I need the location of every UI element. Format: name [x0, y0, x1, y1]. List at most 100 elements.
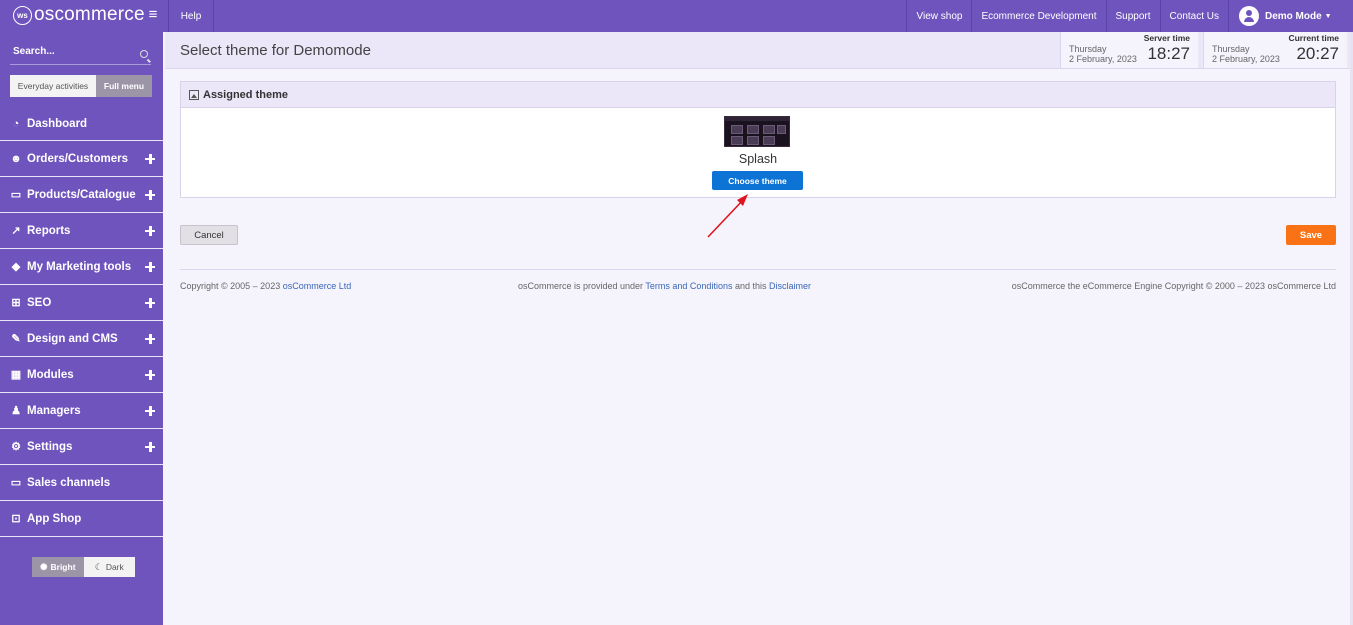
everyday-activities-toggle[interactable]: Everyday activities — [10, 75, 96, 97]
expand-plus-icon[interactable] — [145, 405, 155, 416]
thumb-cell — [763, 136, 775, 145]
expand-plus-icon[interactable] — [145, 225, 155, 236]
user-avatar-icon — [1239, 6, 1259, 26]
server-time-date: 2 February, 2023 — [1069, 54, 1137, 64]
server-time-day: Thursday — [1069, 44, 1107, 54]
choose-theme-button[interactable]: Choose theme — [712, 171, 803, 190]
footer-center-text: and this — [732, 281, 769, 291]
sidebar-item-modules[interactable]: ▦ Modules — [0, 357, 163, 393]
disclaimer-link[interactable]: Disclaimer — [769, 281, 811, 291]
search-label: Search... — [13, 46, 55, 57]
ecommerce-development-link[interactable]: Ecommerce Development — [971, 0, 1105, 32]
footer-left-text: Copyright © 2005 – 2023 — [180, 281, 283, 291]
cart-icon: ⊡ — [11, 512, 21, 525]
support-link[interactable]: Support — [1105, 0, 1160, 32]
puzzle-icon: ▦ — [10, 368, 22, 381]
gears-icon: ⚙ — [11, 440, 21, 453]
current-time-box: Current time Thursday 2 February, 2023 2… — [1203, 32, 1347, 68]
sidebar-item-label: Modules — [27, 368, 74, 381]
menu-mode-toggle: Everyday activities Full menu — [10, 75, 152, 97]
logo[interactable]: ws oscommerce — [0, 0, 163, 32]
sidebar-item-orders-customers[interactable]: ☻ Orders/Customers — [0, 141, 163, 177]
top-bar: ws oscommerce ≡ Help View shop Ecommerce… — [0, 0, 1353, 32]
sidebar-item-label: SEO — [27, 296, 52, 309]
thumb-header-bar — [725, 117, 789, 121]
bright-theme-button[interactable]: ✺ Bright — [32, 557, 84, 577]
dark-theme-button[interactable]: ☾ Dark — [83, 557, 135, 577]
sidebar-item-label: Dashboard — [27, 117, 88, 130]
sidebar-item-settings[interactable]: ⚙ Settings — [0, 429, 163, 465]
current-time-label: Current time — [1288, 33, 1339, 43]
expand-plus-icon[interactable] — [145, 261, 155, 272]
dashboard-icon: ◔ — [12, 117, 20, 130]
moon-icon: ☾ — [94, 561, 103, 572]
sidebar-nav: ◔ Dashboard ☻ Orders/Customers ▭ Product… — [0, 107, 163, 537]
thumb-cell — [763, 125, 775, 134]
sidebar-item-products-catalogue[interactable]: ▭ Products/Catalogue — [0, 177, 163, 213]
annotation-arrow-icon — [707, 194, 748, 238]
hamburger-menu-icon[interactable]: ≡ — [146, 7, 160, 22]
expand-plus-icon[interactable] — [145, 333, 155, 344]
thumb-cell — [731, 136, 743, 145]
logo-mark-icon: ws — [13, 6, 32, 25]
thumb-cell — [747, 125, 759, 134]
sidebar: Search... Everyday activities Full menu … — [0, 32, 163, 625]
sidebar-item-seo[interactable]: ⊞ SEO — [0, 285, 163, 321]
sidebar-item-label: Reports — [27, 224, 71, 237]
sidebar-item-reports[interactable]: ↗ Reports — [0, 213, 163, 249]
sidebar-item-label: App Shop — [27, 512, 82, 525]
sidebar-item-label: Managers — [27, 404, 81, 417]
server-time-box: Server time Thursday 2 February, 2023 18… — [1060, 32, 1198, 68]
contact-us-link[interactable]: Contact Us — [1159, 0, 1228, 32]
footer-center-text: osCommerce is provided under — [518, 281, 646, 291]
monitor-icon: ▭ — [10, 476, 22, 489]
theme-thumbnail — [724, 116, 790, 147]
chart-icon: ↗ — [11, 224, 21, 237]
oscommerce-ltd-link[interactable]: osCommerce Ltd — [283, 281, 352, 291]
sidebar-item-marketing-tools[interactable]: ◆ My Marketing tools — [0, 249, 163, 285]
sidebar-item-label: Design and CMS — [27, 332, 118, 345]
brush-icon: ✎ — [11, 332, 21, 345]
logo-text: oscommerce — [34, 4, 145, 25]
sidebar-item-sales-channels[interactable]: ▭ Sales channels — [0, 465, 163, 501]
footer-terms: osCommerce is provided under Terms and C… — [518, 281, 811, 291]
sidebar-item-managers[interactable]: ♟ Managers — [0, 393, 163, 429]
search-icon[interactable] — [140, 50, 148, 58]
folder-icon: ▭ — [10, 188, 22, 201]
user-menu[interactable]: Demo Mode ▼ — [1228, 0, 1353, 32]
image-icon — [189, 89, 199, 100]
sidebar-item-label: Orders/Customers — [27, 152, 128, 165]
expand-plus-icon[interactable] — [145, 297, 155, 308]
cancel-button[interactable]: Cancel — [180, 225, 238, 245]
sidebar-search[interactable]: Search... — [10, 42, 151, 65]
terms-link[interactable]: Terms and Conditions — [645, 281, 732, 291]
expand-plus-icon[interactable] — [145, 153, 155, 164]
view-shop-link[interactable]: View shop — [906, 0, 971, 32]
thumb-cell — [747, 136, 759, 145]
server-time-label: Server time — [1143, 33, 1190, 43]
full-menu-toggle[interactable]: Full menu — [96, 75, 152, 97]
caret-down-icon: ▼ — [1324, 12, 1332, 20]
current-time-date: 2 February, 2023 — [1212, 54, 1280, 64]
sun-icon: ✺ — [39, 561, 48, 572]
dark-label: Dark — [105, 562, 124, 572]
expand-plus-icon[interactable] — [145, 189, 155, 200]
color-theme-switch: ✺ Bright ☾ Dark — [32, 557, 135, 577]
panel-heading-text: Assigned theme — [203, 88, 288, 101]
thumb-cell — [731, 125, 743, 134]
bright-label: Bright — [50, 562, 76, 572]
sidebar-item-app-shop[interactable]: ⊡ App Shop — [0, 501, 163, 537]
save-button[interactable]: Save — [1286, 225, 1336, 245]
sidebar-item-design-cms[interactable]: ✎ Design and CMS — [0, 321, 163, 357]
tag-icon: ◆ — [11, 260, 21, 273]
top-right-links: View shop Ecommerce Development Support … — [906, 0, 1353, 32]
expand-plus-icon[interactable] — [145, 369, 155, 380]
help-link[interactable]: Help — [168, 0, 214, 32]
sidebar-item-label: Products/Catalogue — [27, 188, 136, 201]
users-icon: ☻ — [10, 152, 22, 165]
sidebar-item-label: My Marketing tools — [27, 260, 132, 273]
sidebar-item-label: Sales channels — [27, 476, 111, 489]
sidebar-item-label: Settings — [27, 440, 73, 453]
expand-plus-icon[interactable] — [145, 441, 155, 452]
sidebar-item-dashboard[interactable]: ◔ Dashboard — [0, 107, 163, 141]
